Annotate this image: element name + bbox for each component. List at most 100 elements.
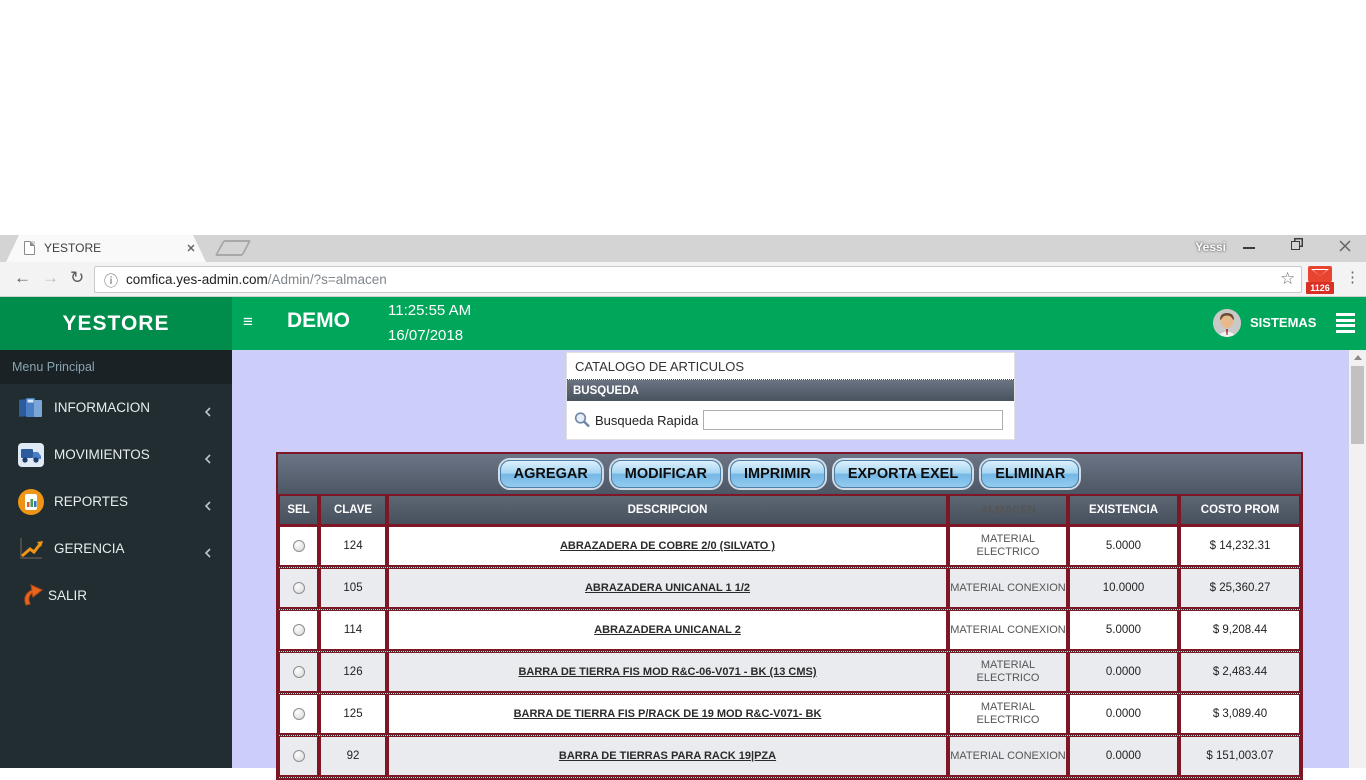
scroll-up-icon[interactable]: [1354, 355, 1362, 360]
browser-profile-name[interactable]: Yessi: [1195, 240, 1226, 254]
table-row: 126 BARRA DE TIERRA FIS MOD R&C-06-V071 …: [278, 652, 1301, 694]
quick-search-row: Busqueda Rapida: [567, 401, 1014, 439]
app-logo[interactable]: YESTORE: [0, 297, 232, 350]
url-host: comfica.yes-admin.com: [126, 272, 268, 287]
modificar-button[interactable]: MODIFICAR: [611, 460, 721, 488]
books-icon: [16, 393, 46, 423]
cell-clave: 105: [319, 568, 387, 609]
header-date: 16/07/2018: [388, 327, 463, 344]
forward-icon: [42, 268, 59, 288]
catalog-search-panel: CATALOGO DE ARTICULOS BUSQUEDA Busqueda …: [566, 352, 1015, 440]
table-row: 114 ABRAZADERA UNICANAL 2 MATERIAL CONEX…: [278, 610, 1301, 652]
back-icon[interactable]: [14, 268, 31, 288]
sidebar-item-movimientos[interactable]: MOVIMIENTOS: [0, 431, 232, 478]
sidebar-item-reportes[interactable]: REPORTES: [0, 478, 232, 525]
cell-almacen: MATERIAL ELECTRICO: [948, 526, 1068, 567]
scrollbar-thumb[interactable]: [1351, 366, 1364, 444]
row-select-radio[interactable]: [293, 624, 305, 636]
eliminar-button[interactable]: ELIMINAR: [981, 460, 1079, 488]
browser-menu-icon[interactable]: [1345, 268, 1360, 286]
cell-clave: 114: [319, 610, 387, 651]
report-icon: [16, 487, 46, 517]
control-sidebar-icon[interactable]: [1336, 313, 1355, 333]
cell-existencia: 0.0000: [1068, 652, 1179, 693]
sidebar-item-label: SALIR: [48, 588, 87, 603]
tab-favicon-page-icon: [24, 241, 35, 255]
table-row: 92 BARRA DE TIERRAS PARA RACK 19|PZA MAT…: [278, 736, 1301, 778]
row-select-radio[interactable]: [293, 708, 305, 720]
col-header-costo-prom: COSTO PROM: [1179, 496, 1301, 526]
cell-existencia: 5.0000: [1068, 610, 1179, 651]
chevron-left-icon: [204, 451, 212, 459]
window-minimize-icon[interactable]: [1243, 247, 1255, 249]
cell-almacen: MATERIAL ELECTRICO: [948, 652, 1068, 693]
window-close-icon[interactable]: [1337, 238, 1353, 254]
sidebar-item-salir[interactable]: SALIR: [0, 572, 232, 619]
sidebar-item-informacion[interactable]: INFORMACION: [0, 384, 232, 431]
article-link[interactable]: ABRAZADERA DE COBRE 2/0 (SILVATO ): [560, 540, 775, 552]
url-text[interactable]: comfica.yes-admin.com/Admin/?s=almacen: [126, 272, 387, 287]
cell-costo: $ 151,003.07: [1179, 736, 1301, 777]
environment-label: DEMO: [287, 309, 350, 333]
browser-tab[interactable]: [6, 235, 206, 262]
table-row: 124 ABRAZADERA DE COBRE 2/0 (SILVATO ) M…: [278, 526, 1301, 568]
sidebar-item-gerencia[interactable]: GERENCIA: [0, 525, 232, 572]
exit-arrow-icon: [20, 581, 50, 611]
article-link[interactable]: BARRA DE TIERRAS PARA RACK 19|PZA: [559, 750, 776, 762]
agregar-button[interactable]: AGREGAR: [500, 460, 602, 488]
browser-tab-strip: [0, 235, 1366, 262]
user-avatar[interactable]: [1213, 309, 1241, 337]
user-role-label[interactable]: SISTEMAS: [1250, 315, 1316, 330]
exporta-exel-button[interactable]: EXPORTA EXEL: [834, 460, 972, 488]
col-header-existencia: EXISTENCIA: [1068, 496, 1179, 526]
article-link[interactable]: BARRA DE TIERRA FIS P/RACK DE 19 MOD R&C…: [514, 708, 822, 720]
cell-costo: $ 9,208.44: [1179, 610, 1301, 651]
sidebar-item-label: GERENCIA: [54, 541, 125, 556]
bookmark-star-icon[interactable]: [1280, 269, 1295, 289]
cell-clave: 92: [319, 736, 387, 777]
mail-extension-icon[interactable]: [1308, 266, 1332, 282]
cell-almacen: MATERIAL CONEXION: [948, 736, 1068, 777]
table-header-row: SEL CLAVE DESCRIPCION ALMACEN EXISTENCIA…: [278, 496, 1301, 526]
row-select-radio[interactable]: [293, 750, 305, 762]
col-header-descripcion: DESCRIPCION: [387, 496, 948, 526]
quick-search-label: Busqueda Rapida: [595, 413, 698, 428]
row-select-radio[interactable]: [293, 666, 305, 678]
imprimir-button[interactable]: IMPRIMIR: [730, 460, 825, 488]
quick-search-input[interactable]: [703, 410, 1003, 430]
sidebar-toggle-icon[interactable]: [243, 312, 261, 334]
page-info-icon[interactable]: [104, 271, 118, 291]
row-select-radio[interactable]: [293, 582, 305, 594]
header-time: 11:25:55 AM: [388, 302, 471, 319]
cell-clave: 125: [319, 694, 387, 735]
sidebar-item-label: REPORTES: [54, 494, 128, 509]
col-header-clave: CLAVE: [319, 496, 387, 526]
tab-close-icon[interactable]: [184, 241, 198, 255]
cell-almacen: MATERIAL CONEXION: [948, 610, 1068, 651]
chevron-left-icon: [204, 404, 212, 412]
url-path: /Admin/?s=almacen: [268, 272, 387, 287]
article-link[interactable]: ABRAZADERA UNICANAL 2: [594, 624, 741, 636]
sidebar-item-label: INFORMACION: [54, 400, 150, 415]
table-row: 125 BARRA DE TIERRA FIS P/RACK DE 19 MOD…: [278, 694, 1301, 736]
row-select-radio[interactable]: [293, 540, 305, 552]
cell-almacen: MATERIAL CONEXION: [948, 568, 1068, 609]
article-link[interactable]: BARRA DE TIERRA FIS MOD R&C-06-V071 - BK…: [518, 666, 816, 678]
chevron-left-icon: [204, 498, 212, 506]
sidebar-item-label: MOVIMIENTOS: [54, 447, 150, 462]
cell-existencia: 5.0000: [1068, 526, 1179, 567]
chart-icon: [16, 534, 46, 564]
cell-existencia: 0.0000: [1068, 694, 1179, 735]
truck-icon: [16, 440, 46, 470]
cell-clave: 124: [319, 526, 387, 567]
cell-costo: $ 14,232.31: [1179, 526, 1301, 567]
window-restore-icon[interactable]: [1291, 241, 1300, 250]
reload-icon[interactable]: [70, 268, 84, 288]
cell-costo: $ 2,483.44: [1179, 652, 1301, 693]
article-link[interactable]: ABRAZADERA UNICANAL 1 1/2: [585, 582, 750, 594]
cell-clave: 126: [319, 652, 387, 693]
busqueda-section-header: BUSQUEDA: [567, 380, 1014, 401]
chevron-left-icon: [204, 545, 212, 553]
col-header-sel: SEL: [278, 496, 319, 526]
mail-badge-count: 1126: [1306, 282, 1334, 294]
